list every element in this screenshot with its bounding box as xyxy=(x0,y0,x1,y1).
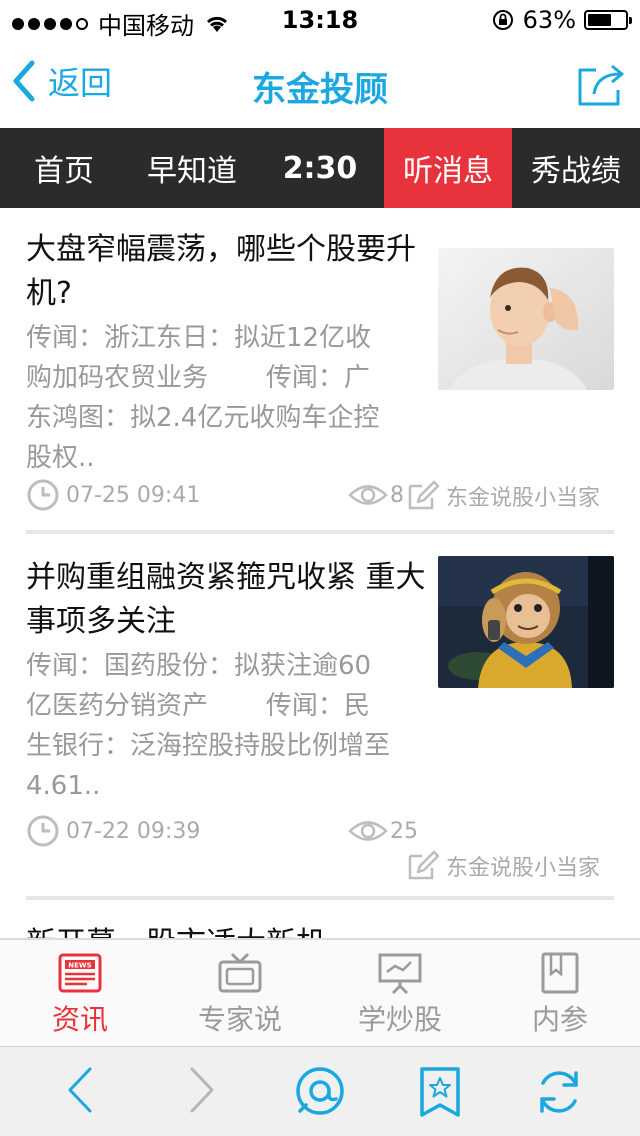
summary-line: 东鸿图：拟2.4亿元收购车企控 xyxy=(26,403,380,433)
edit-pen-icon xyxy=(408,850,440,880)
views-number: 8 xyxy=(390,482,404,508)
share-button[interactable] xyxy=(574,60,628,114)
navigation-bar: 返回 东金投顾 xyxy=(0,40,640,128)
battery-icon xyxy=(584,10,632,30)
tabbar-label: 资讯 xyxy=(51,1003,108,1036)
tabbar-item-news[interactable]: NEWS 资讯 xyxy=(0,940,160,1046)
back-arrow-icon[interactable] xyxy=(62,1065,102,1115)
news-icon: NEWS xyxy=(58,953,102,993)
tab-home[interactable]: 首页 xyxy=(0,128,128,208)
eye-icon xyxy=(348,821,388,841)
status-bar: 中国移动 13:18 63% xyxy=(0,0,640,40)
article-item[interactable]: 并购重组融资紧箍咒收紧 重大事项多关注 传闻：国药股份：拟获注逾60 亿医药分销… xyxy=(26,556,614,896)
share-icon xyxy=(578,64,624,106)
article-meta: 07-25 09:41 xyxy=(26,478,200,512)
summary-line: 股权.. xyxy=(26,443,95,473)
article-summary: 传闻：国药股份：拟获注逾60 亿医药分销资产 传闻：民 生银行：泛海控股持股比例… xyxy=(26,646,426,806)
battery-percentage: 63% xyxy=(522,6,576,34)
summary-line: 4.61.. xyxy=(26,771,101,801)
author-name: 东金说股小当家 xyxy=(446,486,601,511)
bookmark-star-icon[interactable] xyxy=(418,1065,462,1119)
clock-icon xyxy=(27,815,59,847)
tv-icon xyxy=(218,952,262,993)
article-summary: 传闻：浙江东日：拟近12亿收 购加码农贸业务 传闻：广 东鸿图：拟2.4亿元收购… xyxy=(26,318,426,478)
tabbar-item-insider[interactable]: 内参 xyxy=(480,940,640,1046)
boy-listening-photo xyxy=(438,248,614,390)
view-count: 25 xyxy=(348,818,418,844)
page-title: 东金投顾 xyxy=(252,70,388,110)
article-meta: 07-22 09:39 xyxy=(26,814,200,848)
tabbar-item-expert-talk[interactable]: 专家说 xyxy=(160,940,320,1046)
tabbar-label: 专家说 xyxy=(197,1003,282,1036)
article-item[interactable]: 新开募…股市适大新机 xyxy=(26,922,614,938)
view-count: 8 xyxy=(348,482,404,508)
edit-pen-icon xyxy=(408,480,440,510)
article-divider xyxy=(26,896,614,900)
article-author[interactable]: 东金说股小当家 xyxy=(406,480,600,512)
notebook-icon xyxy=(541,952,579,994)
tabbar-label: 学炒股 xyxy=(357,1003,442,1036)
article-datetime: 07-25 09:41 xyxy=(66,482,201,508)
article-title: 大盘窄幅震荡，哪些个股要升机? xyxy=(26,232,416,311)
category-tab-strip: 首页 早知道 2:30 听消息 秀战绩 xyxy=(0,128,640,208)
svg-text:NEWS: NEWS xyxy=(68,962,91,970)
article-title: 新开募…股市适大新机 xyxy=(26,922,586,938)
article-title: 并购重组融资紧箍咒收紧 重大事项多关注 xyxy=(26,560,426,639)
tabbar-label: 内参 xyxy=(531,1003,588,1036)
forward-arrow-icon[interactable] xyxy=(180,1065,220,1115)
tab-early-news[interactable]: 早知道 xyxy=(128,128,256,208)
eye-icon xyxy=(348,485,388,505)
article-datetime: 07-22 09:39 xyxy=(66,818,201,844)
summary-line: 亿医药分销资产 传闻：民 xyxy=(26,691,370,721)
refresh-icon[interactable] xyxy=(534,1065,584,1119)
summary-line: 生银行：泛海控股持股比例增至 xyxy=(26,731,391,761)
tabbar-item-learn-stocks[interactable]: 学炒股 xyxy=(320,940,480,1046)
article-list: 大盘窄幅震荡，哪些个股要升机? 传闻：浙江东日：拟近12亿收 购加码农贸业务 传… xyxy=(0,208,640,938)
bottom-tab-bar: NEWS 资讯 专家说 学炒股 内参 xyxy=(0,938,640,1046)
summary-line: 购加码农贸业务 传闻：广 xyxy=(26,363,370,393)
chat-bubble-icon[interactable] xyxy=(292,1065,348,1121)
summary-line: 传闻：国药股份：拟获注逾60 xyxy=(26,651,372,681)
clock-icon xyxy=(27,479,59,511)
monkey-cartoon-image xyxy=(438,556,614,688)
summary-line: 传闻：浙江东日：拟近12亿收 xyxy=(26,323,372,353)
author-name: 东金说股小当家 xyxy=(446,856,601,881)
rotation-lock-icon xyxy=(492,10,513,30)
presentation-board-icon xyxy=(378,953,422,994)
views-number: 25 xyxy=(390,818,418,844)
tab-2-30[interactable]: 2:30 xyxy=(256,128,384,208)
tab-listen-news[interactable]: 听消息 xyxy=(384,128,512,208)
article-divider xyxy=(26,530,614,534)
article-item[interactable]: 大盘窄幅震荡，哪些个股要升机? 传闻：浙江东日：拟近12亿收 购加码农贸业务 传… xyxy=(26,228,614,528)
article-author[interactable]: 东金说股小当家 xyxy=(406,850,600,882)
tab-show-record[interactable]: 秀战绩 xyxy=(512,128,640,208)
browser-toolbar xyxy=(0,1046,640,1136)
